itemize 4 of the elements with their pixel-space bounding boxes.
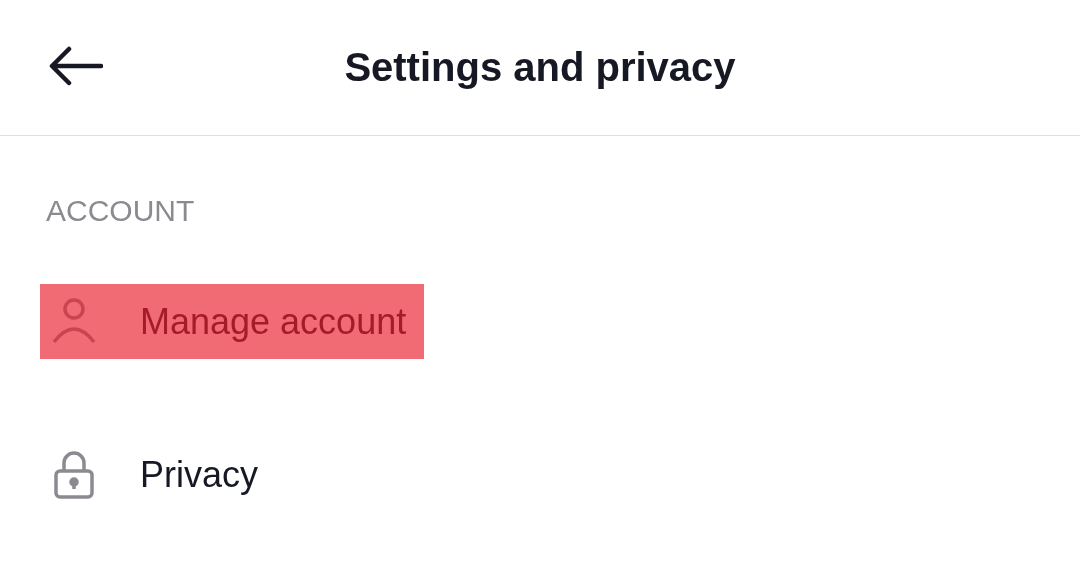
page-title: Settings and privacy	[344, 45, 736, 90]
section-label: ACCOUNT	[46, 194, 195, 228]
back-arrow-icon	[49, 46, 103, 86]
settings-item[interactable]: Privacy	[40, 437, 277, 512]
